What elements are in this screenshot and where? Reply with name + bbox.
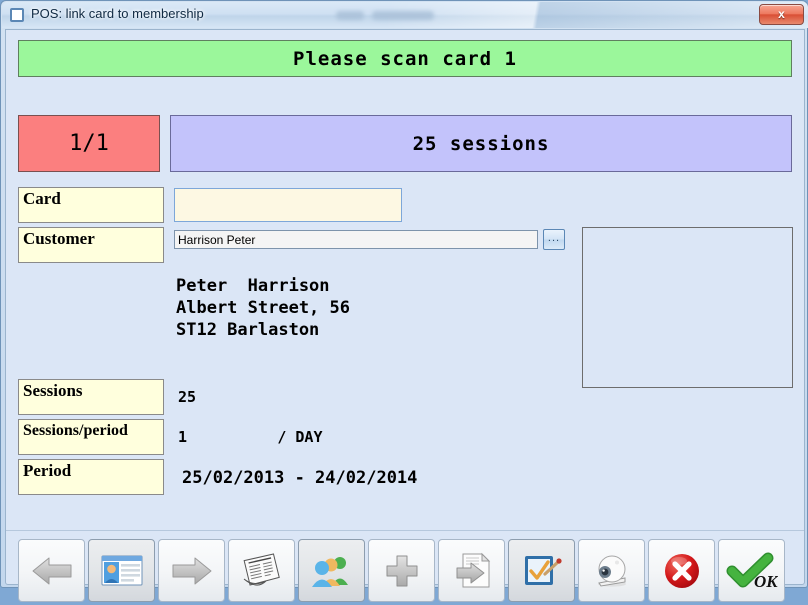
customer-address: Peter Harrison Albert Street, 56 ST12 Ba… <box>176 276 350 340</box>
period-label: Period <box>18 459 164 495</box>
card-counter: 1/1 <box>18 115 160 172</box>
customer-label: Customer <box>18 227 164 263</box>
documents-button[interactable] <box>228 539 295 602</box>
ok-button[interactable]: OK <box>718 539 785 602</box>
period-value: 25/02/2013 - 24/02/2014 <box>182 468 418 488</box>
titlebar-background-artifact <box>336 11 364 20</box>
sessions-per-period-label: Sessions/period <box>18 419 164 455</box>
window-title: POS: link card to membership <box>31 6 204 21</box>
close-button[interactable]: x <box>759 4 804 25</box>
scan-prompt-banner: Please scan card 1 <box>18 40 792 77</box>
window-icon <box>10 8 24 22</box>
client-area: Please scan card 1 1/1 25 sessions Card … <box>5 29 805 602</box>
form-edit-button[interactable] <box>508 539 575 602</box>
export-button[interactable] <box>438 539 505 602</box>
sessions-summary-banner: 25 sessions <box>170 115 792 172</box>
cancel-button[interactable] <box>648 539 715 602</box>
sessions-label: Sessions <box>18 379 164 415</box>
titlebar-background-artifact <box>372 11 434 20</box>
card-label: Card <box>18 187 164 223</box>
add-button[interactable] <box>368 539 435 602</box>
sessions-per-period-value: 1 / DAY <box>178 428 323 446</box>
title-bar: POS: link card to membership x <box>2 2 808 28</box>
toolbar-separator <box>6 530 804 531</box>
customer-photo-placeholder <box>582 227 793 388</box>
webcam-button[interactable] <box>578 539 645 602</box>
sessions-value: 25 <box>178 388 197 406</box>
titlebar-sheen <box>388 2 808 28</box>
previous-button[interactable] <box>18 539 85 602</box>
members-button[interactable] <box>298 539 365 602</box>
customer-input[interactable] <box>174 230 538 249</box>
customer-card-button[interactable] <box>88 539 155 602</box>
card-input[interactable] <box>174 188 402 222</box>
customer-browse-button[interactable]: ... <box>543 229 565 250</box>
toolbar: OK <box>18 539 794 605</box>
next-button[interactable] <box>158 539 225 602</box>
application-window: POS: link card to membership x Please sc… <box>0 0 808 602</box>
